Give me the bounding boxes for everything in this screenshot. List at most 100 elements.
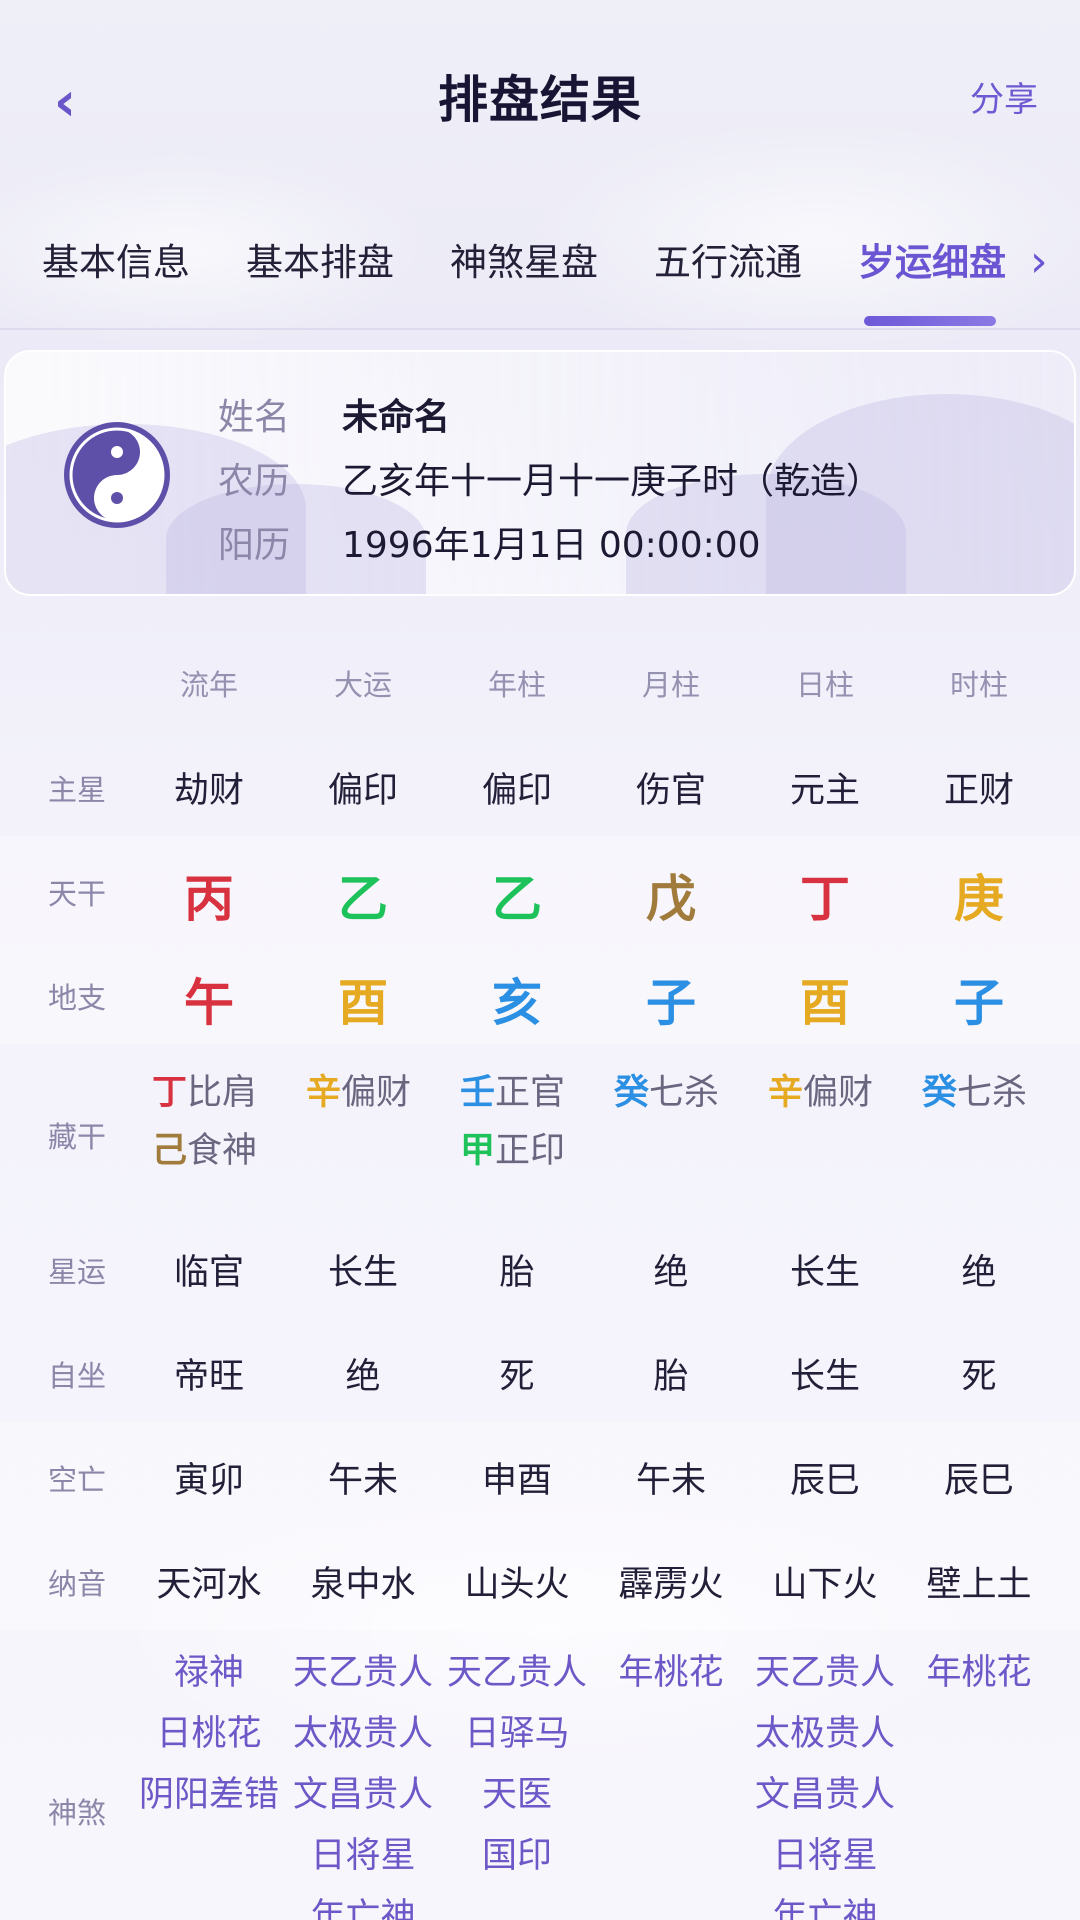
star_fortune-cell: 临官 bbox=[173, 1253, 244, 1293]
solar-label: 阳历 bbox=[218, 525, 291, 566]
row-shensha: 神煞 禄神 日桃花 阴阳差错 天乙贵人 太极贵人 文昌贵人 日将星 年亡神 天乙贵人 日驿马 天医 国印… bbox=[0, 1630, 1080, 1920]
shensha-item: 天医 bbox=[481, 1775, 552, 1815]
lunar-label: 农历 bbox=[218, 461, 291, 502]
earthly_branch-cell: 子 bbox=[646, 974, 696, 1032]
nayin-cell: 山头火 bbox=[464, 1565, 570, 1605]
hidden-stem-god: 偏财 bbox=[803, 1073, 874, 1113]
earthly_branch-cell: 子 bbox=[954, 974, 1004, 1032]
main_star-cell: 劫财 bbox=[173, 771, 244, 811]
row-label-nayin: 纳音 bbox=[48, 1567, 107, 1601]
row-heavenly_stem: 天干 丙 乙 乙 戊 丁 庚 bbox=[0, 836, 1080, 940]
hidden-stem-god: 正官 bbox=[495, 1073, 566, 1113]
tab-basic-chart[interactable]: 基本排盘 bbox=[246, 232, 394, 286]
star_fortune-cell: 绝 bbox=[961, 1253, 997, 1293]
shensha-item: 年桃花 bbox=[618, 1653, 724, 1693]
void-cell: 午未 bbox=[635, 1461, 706, 1501]
tab-shensha-chart[interactable]: 神煞星盘 bbox=[450, 232, 598, 286]
hidden-stem-char: 癸 bbox=[614, 1073, 650, 1113]
star_fortune-cell: 胎 bbox=[499, 1253, 535, 1293]
self_seat-cell: 绝 bbox=[345, 1357, 381, 1397]
shensha-item: 文昌贵人 bbox=[754, 1775, 895, 1815]
earthly_branch-cell: 酉 bbox=[338, 974, 388, 1032]
main_star-cell: 偏印 bbox=[327, 771, 398, 811]
chevron-right-icon[interactable]: › bbox=[1030, 236, 1048, 287]
main_star-cell: 偏印 bbox=[481, 771, 552, 811]
tab-five-elements[interactable]: 五行流通 bbox=[654, 232, 802, 286]
void-cell: 午未 bbox=[327, 1461, 398, 1501]
hidden-stem-item: 癸七杀 bbox=[614, 1064, 719, 1115]
column-header: 日柱 bbox=[795, 668, 854, 702]
shensha-item: 天乙贵人 bbox=[754, 1653, 895, 1693]
heavenly_stem-cell: 丙 bbox=[184, 870, 234, 928]
hidden-stem-char: 癸 bbox=[922, 1073, 958, 1113]
row-label-void: 空亡 bbox=[48, 1463, 107, 1497]
heavenly_stem-cell: 庚 bbox=[954, 870, 1004, 928]
void-cell: 辰巳 bbox=[789, 1461, 860, 1501]
earthly_branch-cell: 酉 bbox=[800, 974, 850, 1032]
profile-card: 姓名 未命名 农历 乙亥年十一月十一庚子时（乾造） 阳历 1996年1月1日 00:0… bbox=[4, 350, 1076, 596]
hidden-stem-god: 偏财 bbox=[341, 1073, 412, 1113]
hidden-stem-item: 癸七杀 bbox=[922, 1064, 1027, 1115]
row-label-self_seat: 自坐 bbox=[48, 1359, 107, 1393]
heavenly_stem-cell: 丁 bbox=[800, 870, 850, 928]
lunar-value: 乙亥年十一月十一庚子时（乾造） bbox=[342, 461, 883, 502]
row-label-main_star: 主星 bbox=[48, 773, 107, 807]
void-cell: 申酉 bbox=[481, 1461, 552, 1501]
tab-basic-info[interactable]: 基本信息 bbox=[42, 232, 190, 286]
row-hidden_stems: 藏干 丁比肩 己食神 辛偏财 壬正官 甲正印 癸七杀 辛偏财 癸七杀 bbox=[0, 1044, 1080, 1204]
row-star_fortune: 星运 临官 长生 胎 绝 长生 绝 bbox=[0, 1214, 1080, 1318]
shensha-item: 天乙贵人 bbox=[292, 1653, 433, 1693]
nayin-cell: 泉中水 bbox=[310, 1565, 416, 1605]
void-cell: 寅卯 bbox=[173, 1461, 244, 1501]
row-label-earthly_branch: 地支 bbox=[48, 981, 107, 1015]
lunar-row: 农历 乙亥年十一月十一庚子时（乾造） bbox=[218, 452, 882, 504]
row-self_seat: 自坐 帝旺 绝 死 胎 长生 死 bbox=[0, 1318, 1080, 1422]
hidden-stem-god: 比肩 bbox=[187, 1073, 258, 1113]
hidden-stem-god: 正印 bbox=[495, 1131, 566, 1171]
row-nayin: 纳音 天河水 泉中水 山头火 霹雳火 山下火 壁上土 bbox=[0, 1526, 1080, 1630]
name-value: 未命名 bbox=[342, 397, 451, 438]
heavenly_stem-cell: 乙 bbox=[492, 870, 542, 928]
hidden-stem-char: 辛 bbox=[306, 1073, 342, 1113]
star_fortune-cell: 长生 bbox=[327, 1253, 398, 1293]
shensha-item: 年亡神 bbox=[310, 1897, 416, 1920]
name-row: 姓名 未命名 bbox=[218, 388, 450, 440]
earthly_branch-cell: 午 bbox=[184, 974, 234, 1032]
row-label-hidden_stems: 藏干 bbox=[48, 1120, 107, 1154]
row-label-star_fortune: 星运 bbox=[48, 1255, 107, 1289]
self_seat-cell: 胎 bbox=[653, 1357, 689, 1397]
page-title: 排盘结果 bbox=[438, 71, 642, 129]
heavenly_stem-cell: 戊 bbox=[646, 870, 696, 928]
share-button[interactable]: 分享 bbox=[970, 72, 1038, 121]
main_star-cell: 元主 bbox=[789, 771, 860, 811]
column-header: 大运 bbox=[333, 668, 392, 702]
row-label-heavenly_stem: 天干 bbox=[48, 877, 107, 911]
active-tab-indicator bbox=[864, 316, 996, 326]
row-main_star: 主星 劫财 偏印 偏印 伤官 元主 正财 bbox=[0, 732, 1080, 836]
heavenly_stem-cell: 乙 bbox=[338, 870, 388, 928]
name-label: 姓名 bbox=[218, 397, 291, 438]
tab-fortune-detail[interactable]: 岁运细盘 bbox=[858, 232, 1006, 286]
hidden-stem-char: 壬 bbox=[460, 1073, 496, 1113]
shensha-item: 国印 bbox=[481, 1836, 552, 1876]
yin-yang-icon bbox=[64, 422, 170, 528]
main_star-cell: 正财 bbox=[943, 771, 1014, 811]
void-cell: 辰巳 bbox=[943, 1461, 1014, 1501]
self_seat-cell: 死 bbox=[961, 1357, 997, 1397]
row-label-shensha: 神煞 bbox=[48, 1796, 107, 1830]
main_star-cell: 伤官 bbox=[635, 771, 706, 811]
self_seat-cell: 长生 bbox=[789, 1357, 860, 1397]
hidden-stem-item: 己食神 bbox=[152, 1122, 257, 1173]
shensha-item: 禄神 bbox=[173, 1653, 244, 1693]
nayin-cell: 霹雳火 bbox=[618, 1565, 724, 1605]
shensha-item: 太极贵人 bbox=[754, 1714, 895, 1754]
column-header: 月柱 bbox=[641, 668, 700, 702]
shensha-item: 阴阳差错 bbox=[138, 1775, 279, 1815]
shensha-item: 日桃花 bbox=[156, 1714, 262, 1754]
hidden-stem-item: 甲正印 bbox=[460, 1122, 565, 1173]
tab-bar: 基本信息 基本排盘 神煞星盘 五行流通 岁运细盘 › bbox=[0, 220, 1080, 330]
hidden-stem-char: 辛 bbox=[768, 1073, 804, 1113]
shensha-item: 年亡神 bbox=[772, 1897, 878, 1920]
shensha-item: 日驿马 bbox=[464, 1714, 570, 1754]
hidden-stem-item: 辛偏财 bbox=[306, 1064, 411, 1115]
